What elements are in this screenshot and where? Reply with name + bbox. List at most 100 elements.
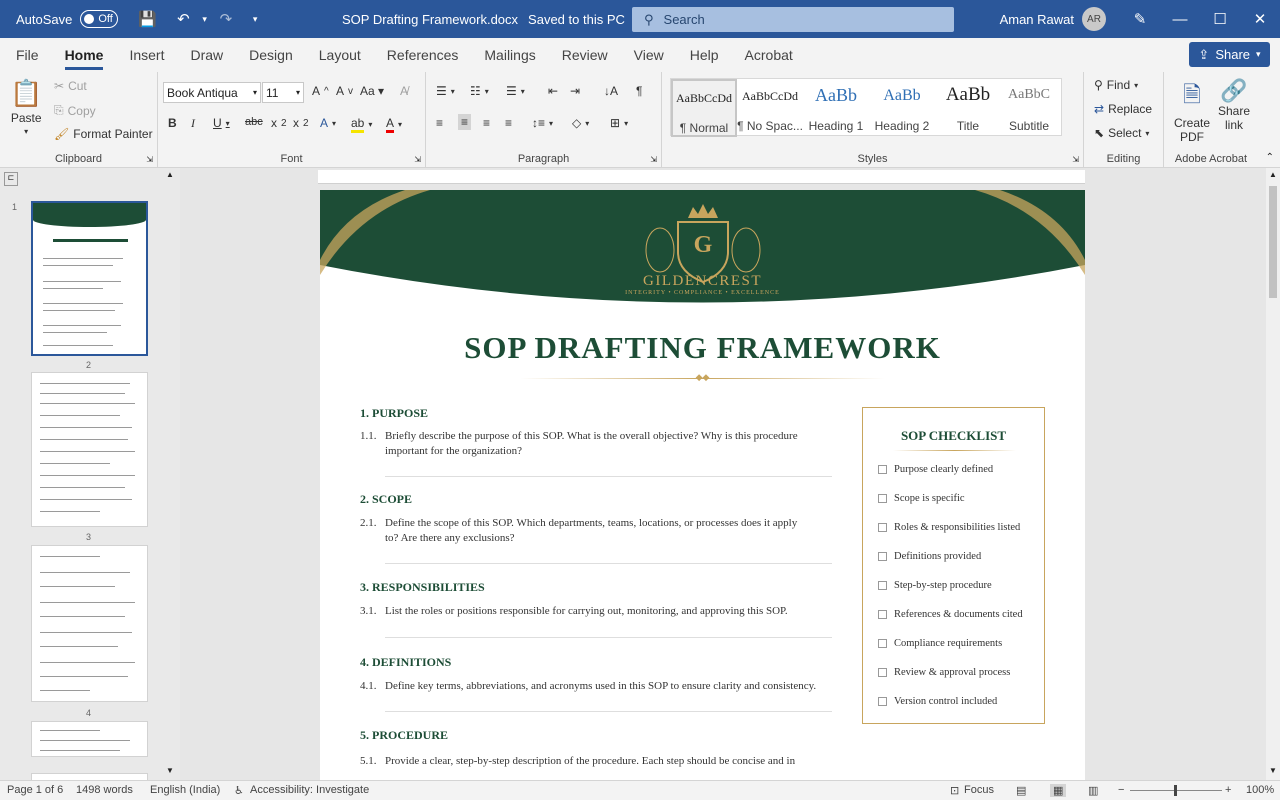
document-title[interactable]: SOP Drafting Framework.docx Saved to thi… xyxy=(342,0,639,38)
tab-home[interactable]: Home xyxy=(52,38,117,72)
font-color-button[interactable]: A ▾ xyxy=(386,116,402,133)
tab-design[interactable]: Design xyxy=(236,38,306,72)
print-layout-icon[interactable]: ▦ xyxy=(1050,784,1067,797)
align-left-icon[interactable]: ≡ xyxy=(436,116,443,130)
checklist-item[interactable]: Review & approval process xyxy=(878,667,1010,678)
close-icon[interactable]: ✕ xyxy=(1240,0,1280,38)
style-heading-2[interactable]: AaBb Heading 2 xyxy=(869,79,935,137)
sort-icon[interactable]: ↓A xyxy=(604,84,618,98)
checklist-item[interactable]: Scope is specific xyxy=(878,493,965,504)
checkbox[interactable] xyxy=(878,552,887,561)
share-link-button[interactable]: 🔗 Share link xyxy=(1218,78,1250,132)
replace-button[interactable]: ⇄ Replace xyxy=(1094,102,1152,116)
justify-icon[interactable]: ≡ xyxy=(505,116,512,130)
dialog-launcher-icon[interactable]: ⇲ xyxy=(1072,155,1079,164)
redo-icon[interactable]: ↷ xyxy=(215,8,237,30)
page-thumbnail-2[interactable] xyxy=(31,372,148,527)
change-case-button[interactable]: Aa ▾ xyxy=(360,84,384,98)
vertical-scrollbar[interactable]: ▲ ▼ xyxy=(1266,168,1280,780)
tab-help[interactable]: Help xyxy=(677,38,732,72)
text-effects-button[interactable]: A ▾ xyxy=(320,116,336,130)
subscript-button[interactable]: x2 xyxy=(271,116,287,130)
decrease-indent-icon[interactable]: ⇤ xyxy=(548,84,558,98)
maximize-icon[interactable]: ☐ xyxy=(1200,0,1240,38)
style-normal[interactable]: AaBbCcDd ¶ Normal xyxy=(671,79,737,137)
select-button[interactable]: ⬉ Select ▾ xyxy=(1094,126,1149,140)
focus-button[interactable]: Focus xyxy=(964,784,994,796)
avatar[interactable]: AR xyxy=(1082,7,1106,31)
tab-view[interactable]: View xyxy=(621,38,677,72)
search-box[interactable]: ⚲ Search xyxy=(632,7,954,32)
format-painter-button[interactable]: 🖌 Format Painter xyxy=(54,127,153,141)
underline-button[interactable]: U ▾ xyxy=(213,116,230,130)
highlight-button[interactable]: ab ▾ xyxy=(351,116,372,133)
customize-toolbar-icon[interactable]: ▾ xyxy=(253,14,258,25)
align-right-icon[interactable]: ≡ xyxy=(483,116,490,130)
increase-indent-icon[interactable]: ⇥ xyxy=(570,84,580,98)
thumb-scroll-up-icon[interactable]: ▲ xyxy=(166,170,174,179)
strikethrough-button[interactable]: abc xyxy=(245,116,263,128)
grow-font-button[interactable]: A ^ xyxy=(312,84,329,98)
page-thumbnail-4[interactable] xyxy=(31,721,148,757)
tab-insert[interactable]: Insert xyxy=(116,38,177,72)
checkbox[interactable] xyxy=(878,668,887,677)
checkbox[interactable] xyxy=(878,610,887,619)
line-spacing-icon[interactable]: ↕≡ ▾ xyxy=(532,116,553,130)
dialog-launcher-icon[interactable]: ⇲ xyxy=(146,155,153,164)
style-subtitle[interactable]: AaBbC Subtitle xyxy=(1001,79,1057,137)
horizontal-ruler[interactable] xyxy=(318,170,1085,184)
word-count[interactable]: 1498 words xyxy=(76,784,133,796)
find-button[interactable]: ⚲ Find ▾ xyxy=(1094,78,1138,92)
superscript-button[interactable]: x2 xyxy=(293,116,309,130)
checklist-item[interactable]: Roles & responsibilities listed xyxy=(878,522,1020,533)
italic-button[interactable]: I xyxy=(191,116,195,131)
style-no-spacing[interactable]: AaBbCcDd ¶ No Spac... xyxy=(737,79,803,137)
checkbox[interactable] xyxy=(878,465,887,474)
user-name[interactable]: Aman Rawat xyxy=(1000,12,1074,27)
checklist-item[interactable]: References & documents cited xyxy=(878,609,1023,620)
scroll-up-icon[interactable]: ▲ xyxy=(1269,170,1277,179)
pen-icon[interactable]: ✎ xyxy=(1120,0,1160,38)
scroll-down-icon[interactable]: ▼ xyxy=(1269,766,1277,775)
tab-review[interactable]: Review xyxy=(549,38,621,72)
style-heading-1[interactable]: AaBb Heading 1 xyxy=(803,79,869,137)
page-thumbnail-3[interactable] xyxy=(31,545,148,702)
bullets-button[interactable]: ☰ ▾ xyxy=(436,84,455,98)
page-thumbnail-1[interactable] xyxy=(31,201,148,356)
checkbox[interactable] xyxy=(878,697,887,706)
dialog-launcher-icon[interactable]: ⇲ xyxy=(650,155,657,164)
collapse-ribbon-icon[interactable]: ⌃ xyxy=(1266,152,1274,163)
document-page[interactable]: G GILDENCREST INTEGRITY • COMPLIANCE • E… xyxy=(320,190,1085,780)
copy-button[interactable]: ⎘ Copy xyxy=(54,103,96,118)
undo-icon[interactable]: ↶ xyxy=(172,8,194,30)
tab-file[interactable]: File xyxy=(0,38,52,72)
checklist-item[interactable]: Step-by-step procedure xyxy=(878,580,992,591)
font-size-select[interactable]: 11 ▾ xyxy=(262,82,304,103)
dialog-launcher-icon[interactable]: ⇲ xyxy=(414,155,421,164)
tab-draw[interactable]: Draw xyxy=(177,38,236,72)
checkbox[interactable] xyxy=(878,523,887,532)
paste-button[interactable]: 📋 Paste ▾ xyxy=(10,78,42,136)
tab-acrobat[interactable]: Acrobat xyxy=(732,38,806,72)
language[interactable]: English (India) xyxy=(150,784,220,796)
checklist-item[interactable]: Compliance requirements xyxy=(878,638,1002,649)
borders-icon[interactable]: ⊞ ▾ xyxy=(610,116,628,130)
checkbox[interactable] xyxy=(878,581,887,590)
checkbox[interactable] xyxy=(878,494,887,503)
zoom-in-icon[interactable]: + xyxy=(1225,784,1231,796)
show-formatting-icon[interactable]: ¶ xyxy=(636,84,642,98)
checklist-item[interactable]: Definitions provided xyxy=(878,551,981,562)
save-icon[interactable]: 💾 xyxy=(136,8,158,30)
checklist-item[interactable]: Version control included xyxy=(878,696,997,707)
zoom-level[interactable]: 100% xyxy=(1246,784,1274,796)
font-name-select[interactable]: Book Antiqua ▾ xyxy=(163,82,261,103)
tab-mailings[interactable]: Mailings xyxy=(471,38,548,72)
multilevel-list-button[interactable]: ☰ ▾ xyxy=(506,84,525,98)
shrink-font-button[interactable]: Av xyxy=(336,84,353,98)
tab-layout[interactable]: Layout xyxy=(306,38,374,72)
zoom-slider-thumb[interactable] xyxy=(1174,785,1177,796)
nav-toggle-icon[interactable]: ⊏ xyxy=(4,172,18,186)
clear-formatting-icon[interactable]: A̸ xyxy=(400,84,408,98)
undo-dropdown-icon[interactable]: ▾ xyxy=(202,14,207,25)
autosave-toggle[interactable]: Off xyxy=(80,10,119,28)
